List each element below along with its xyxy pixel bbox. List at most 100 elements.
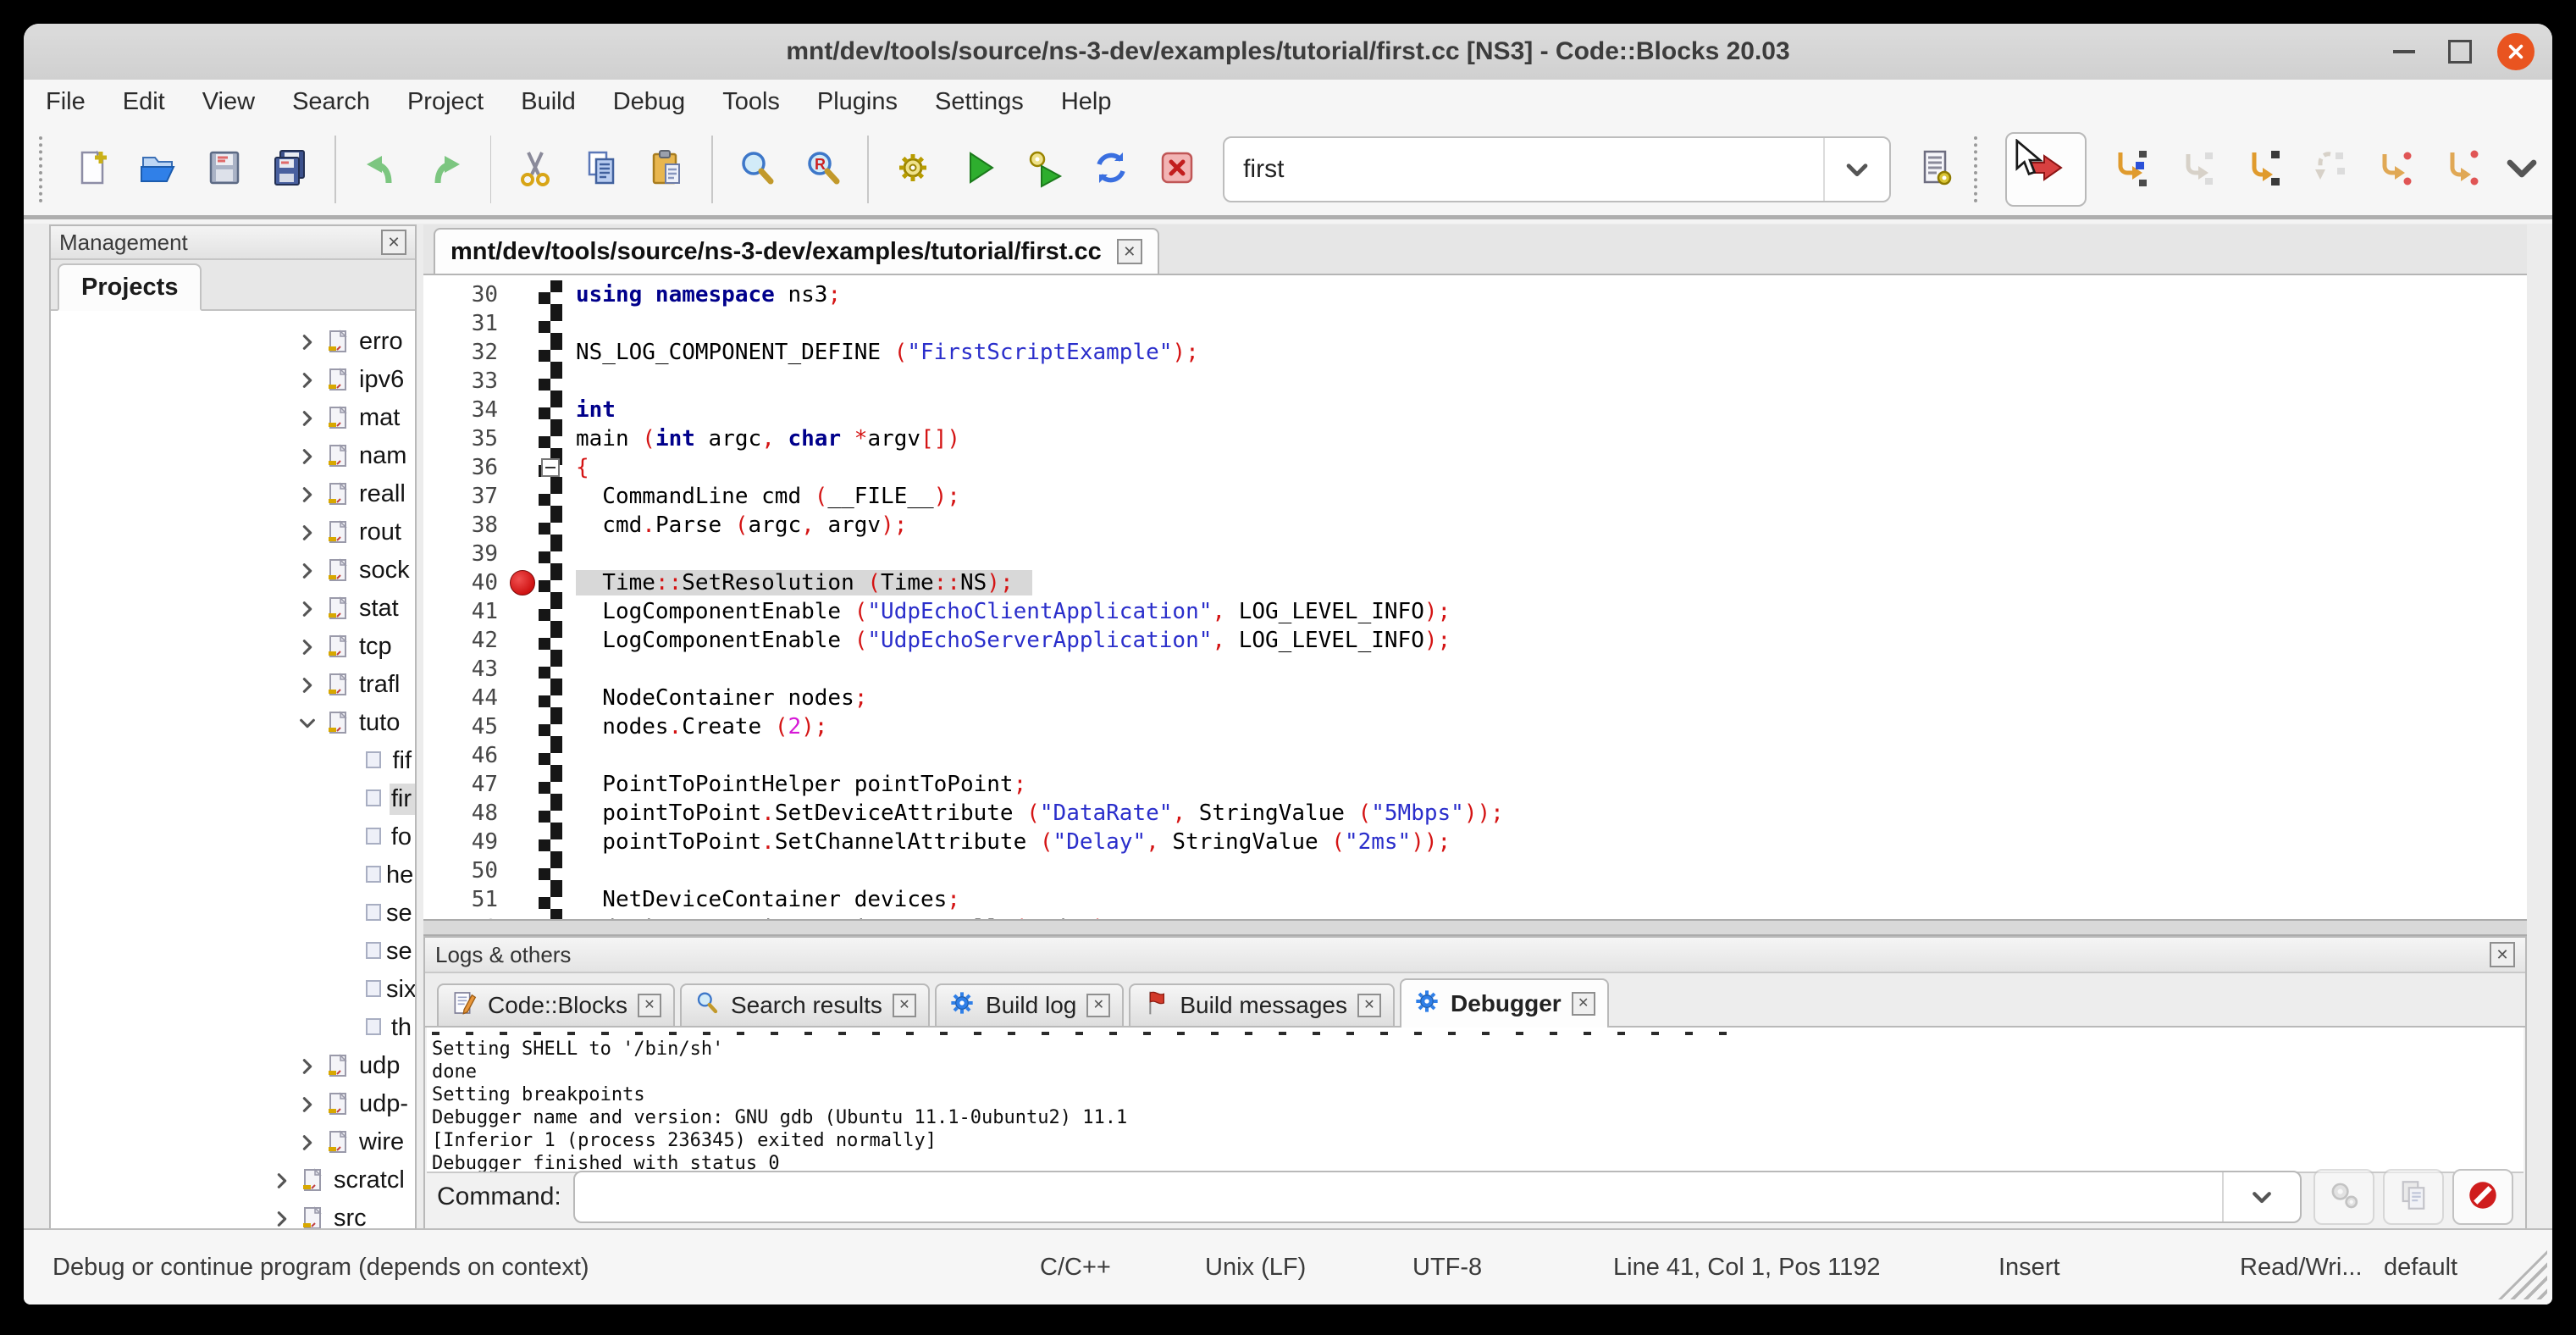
tree-item-th[interactable]: th (51, 1009, 415, 1047)
tree-item-se[interactable]: se (51, 895, 415, 933)
line-number[interactable]: 39 (423, 541, 508, 567)
tree-item-rout[interactable]: rout (51, 513, 415, 551)
chevron-right-icon[interactable] (298, 409, 327, 428)
tree-item-he[interactable]: he (51, 856, 415, 895)
logs-tab-debugger[interactable]: Debugger✕ (1400, 978, 1609, 1028)
tree-item-sock[interactable]: sock (51, 551, 415, 590)
line-number[interactable]: 41 (423, 599, 508, 624)
menu-search[interactable]: Search (292, 88, 370, 116)
logs-tab-code-blocks[interactable]: Code::Blocks✕ (437, 983, 675, 1026)
line-number[interactable]: 40 (423, 570, 508, 595)
chevron-right-icon[interactable] (298, 447, 327, 466)
build-and-run-button[interactable] (1023, 147, 1067, 191)
chevron-right-icon[interactable] (298, 676, 327, 695)
chevron-down-button[interactable] (2500, 147, 2544, 191)
chevron-right-icon[interactable] (273, 1210, 301, 1228)
breakpoint-margin[interactable] (508, 367, 539, 396)
menu-help[interactable]: Help (1061, 88, 1112, 116)
fold-margin[interactable] (539, 799, 562, 828)
abort-button[interactable] (1155, 147, 1199, 191)
line-number[interactable]: 50 (423, 858, 508, 884)
save-button[interactable] (202, 147, 246, 191)
breakpoint-margin[interactable] (508, 655, 539, 684)
tree-item-nam[interactable]: nam (51, 437, 415, 475)
projects-tree[interactable]: erroipv6matnamreallroutsockstattcptraflt… (51, 311, 415, 1228)
fold-collapse-icon[interactable] (541, 458, 560, 477)
fold-margin[interactable] (539, 568, 562, 597)
line-number[interactable]: 32 (423, 340, 508, 365)
stop-button[interactable] (2452, 1169, 2513, 1225)
line-number[interactable]: 44 (423, 685, 508, 711)
tree-item-six[interactable]: six (51, 971, 415, 1009)
fold-margin[interactable] (539, 367, 562, 396)
line-number[interactable]: 30 (423, 282, 508, 307)
tree-item-tuto[interactable]: tuto (51, 704, 415, 742)
fold-margin[interactable] (539, 309, 562, 338)
maximize-button[interactable] (2439, 24, 2481, 80)
line-number[interactable]: 42 (423, 628, 508, 653)
breakpoint-margin[interactable] (508, 597, 539, 626)
paste-button[interactable] (645, 147, 689, 191)
debug-settings-button[interactable] (2313, 1169, 2374, 1225)
tree-item-erro[interactable]: erro (51, 323, 415, 361)
breakpoint-margin[interactable] (508, 396, 539, 424)
chevron-down-icon[interactable] (2222, 1172, 2300, 1221)
menu-edit[interactable]: Edit (123, 88, 165, 116)
logs-close-icon[interactable]: ✕ (2490, 942, 2515, 967)
resize-grip[interactable] (2498, 1250, 2547, 1299)
breakpoint-margin[interactable] (508, 828, 539, 856)
line-number[interactable]: 37 (423, 484, 508, 509)
fold-margin[interactable] (539, 828, 562, 856)
step-out-button[interactable] (2307, 147, 2351, 191)
fold-margin[interactable] (539, 885, 562, 914)
breakpoint-margin[interactable] (508, 424, 539, 453)
breakpoint-margin[interactable] (508, 741, 539, 770)
chevron-right-icon[interactable] (298, 1133, 327, 1152)
fold-margin[interactable] (539, 856, 562, 885)
menu-view[interactable]: View (202, 88, 255, 116)
toolbar-grip[interactable] (1974, 136, 1988, 202)
breakpoint-margin[interactable] (508, 770, 539, 799)
open-button[interactable] (136, 147, 180, 191)
next-line-button[interactable] (2175, 147, 2219, 191)
build-target-options-button[interactable] (1915, 147, 1959, 191)
tab-close-icon[interactable]: ✕ (638, 994, 661, 1017)
save-all-button[interactable] (268, 147, 312, 191)
line-number[interactable]: 35 (423, 426, 508, 451)
menu-project[interactable]: Project (407, 88, 484, 116)
copy-button[interactable] (579, 147, 623, 191)
run-button[interactable] (957, 147, 1001, 191)
line-number[interactable]: 45 (423, 714, 508, 740)
breakpoint-margin[interactable] (508, 684, 539, 712)
chevron-down-icon[interactable] (1823, 138, 1889, 201)
tree-item-reall[interactable]: reall (51, 475, 415, 513)
breakpoint-margin[interactable] (508, 453, 539, 482)
breakpoint-margin[interactable] (508, 309, 539, 338)
tree-item-se[interactable]: se (51, 933, 415, 971)
line-number[interactable]: 38 (423, 512, 508, 538)
fold-margin[interactable] (539, 655, 562, 684)
menu-tools[interactable]: Tools (722, 88, 780, 116)
tree-item-src[interactable]: src (51, 1199, 415, 1228)
chevron-down-icon[interactable] (298, 714, 327, 733)
breakpoint-margin[interactable] (508, 626, 539, 655)
tab-close-icon[interactable]: ✕ (893, 994, 916, 1017)
tab-close-icon[interactable]: ✕ (1572, 992, 1595, 1016)
chevron-right-icon[interactable] (273, 1172, 301, 1190)
copy-log-button[interactable] (2383, 1169, 2444, 1225)
fold-margin[interactable] (539, 626, 562, 655)
code-editor[interactable]: 30using namespace ns3;3132NS_LOG_COMPONE… (423, 275, 2527, 919)
line-number[interactable]: 46 (423, 743, 508, 768)
logs-tab-build-log[interactable]: Build log✕ (935, 983, 1124, 1026)
line-number[interactable]: 48 (423, 800, 508, 826)
fold-margin[interactable] (539, 540, 562, 568)
tree-item-trafl[interactable]: trafl (51, 666, 415, 704)
menu-plugins[interactable]: Plugins (817, 88, 898, 116)
rebuild-button[interactable] (1089, 147, 1133, 191)
title-bar[interactable]: mnt/dev/tools/source/ns-3-dev/examples/t… (24, 24, 2552, 80)
chevron-right-icon[interactable] (298, 371, 327, 390)
breakpoint-margin[interactable] (508, 338, 539, 367)
fold-margin[interactable] (539, 396, 562, 424)
tree-item-fif[interactable]: fif (51, 742, 415, 780)
find-replace-button[interactable]: R (801, 147, 845, 191)
